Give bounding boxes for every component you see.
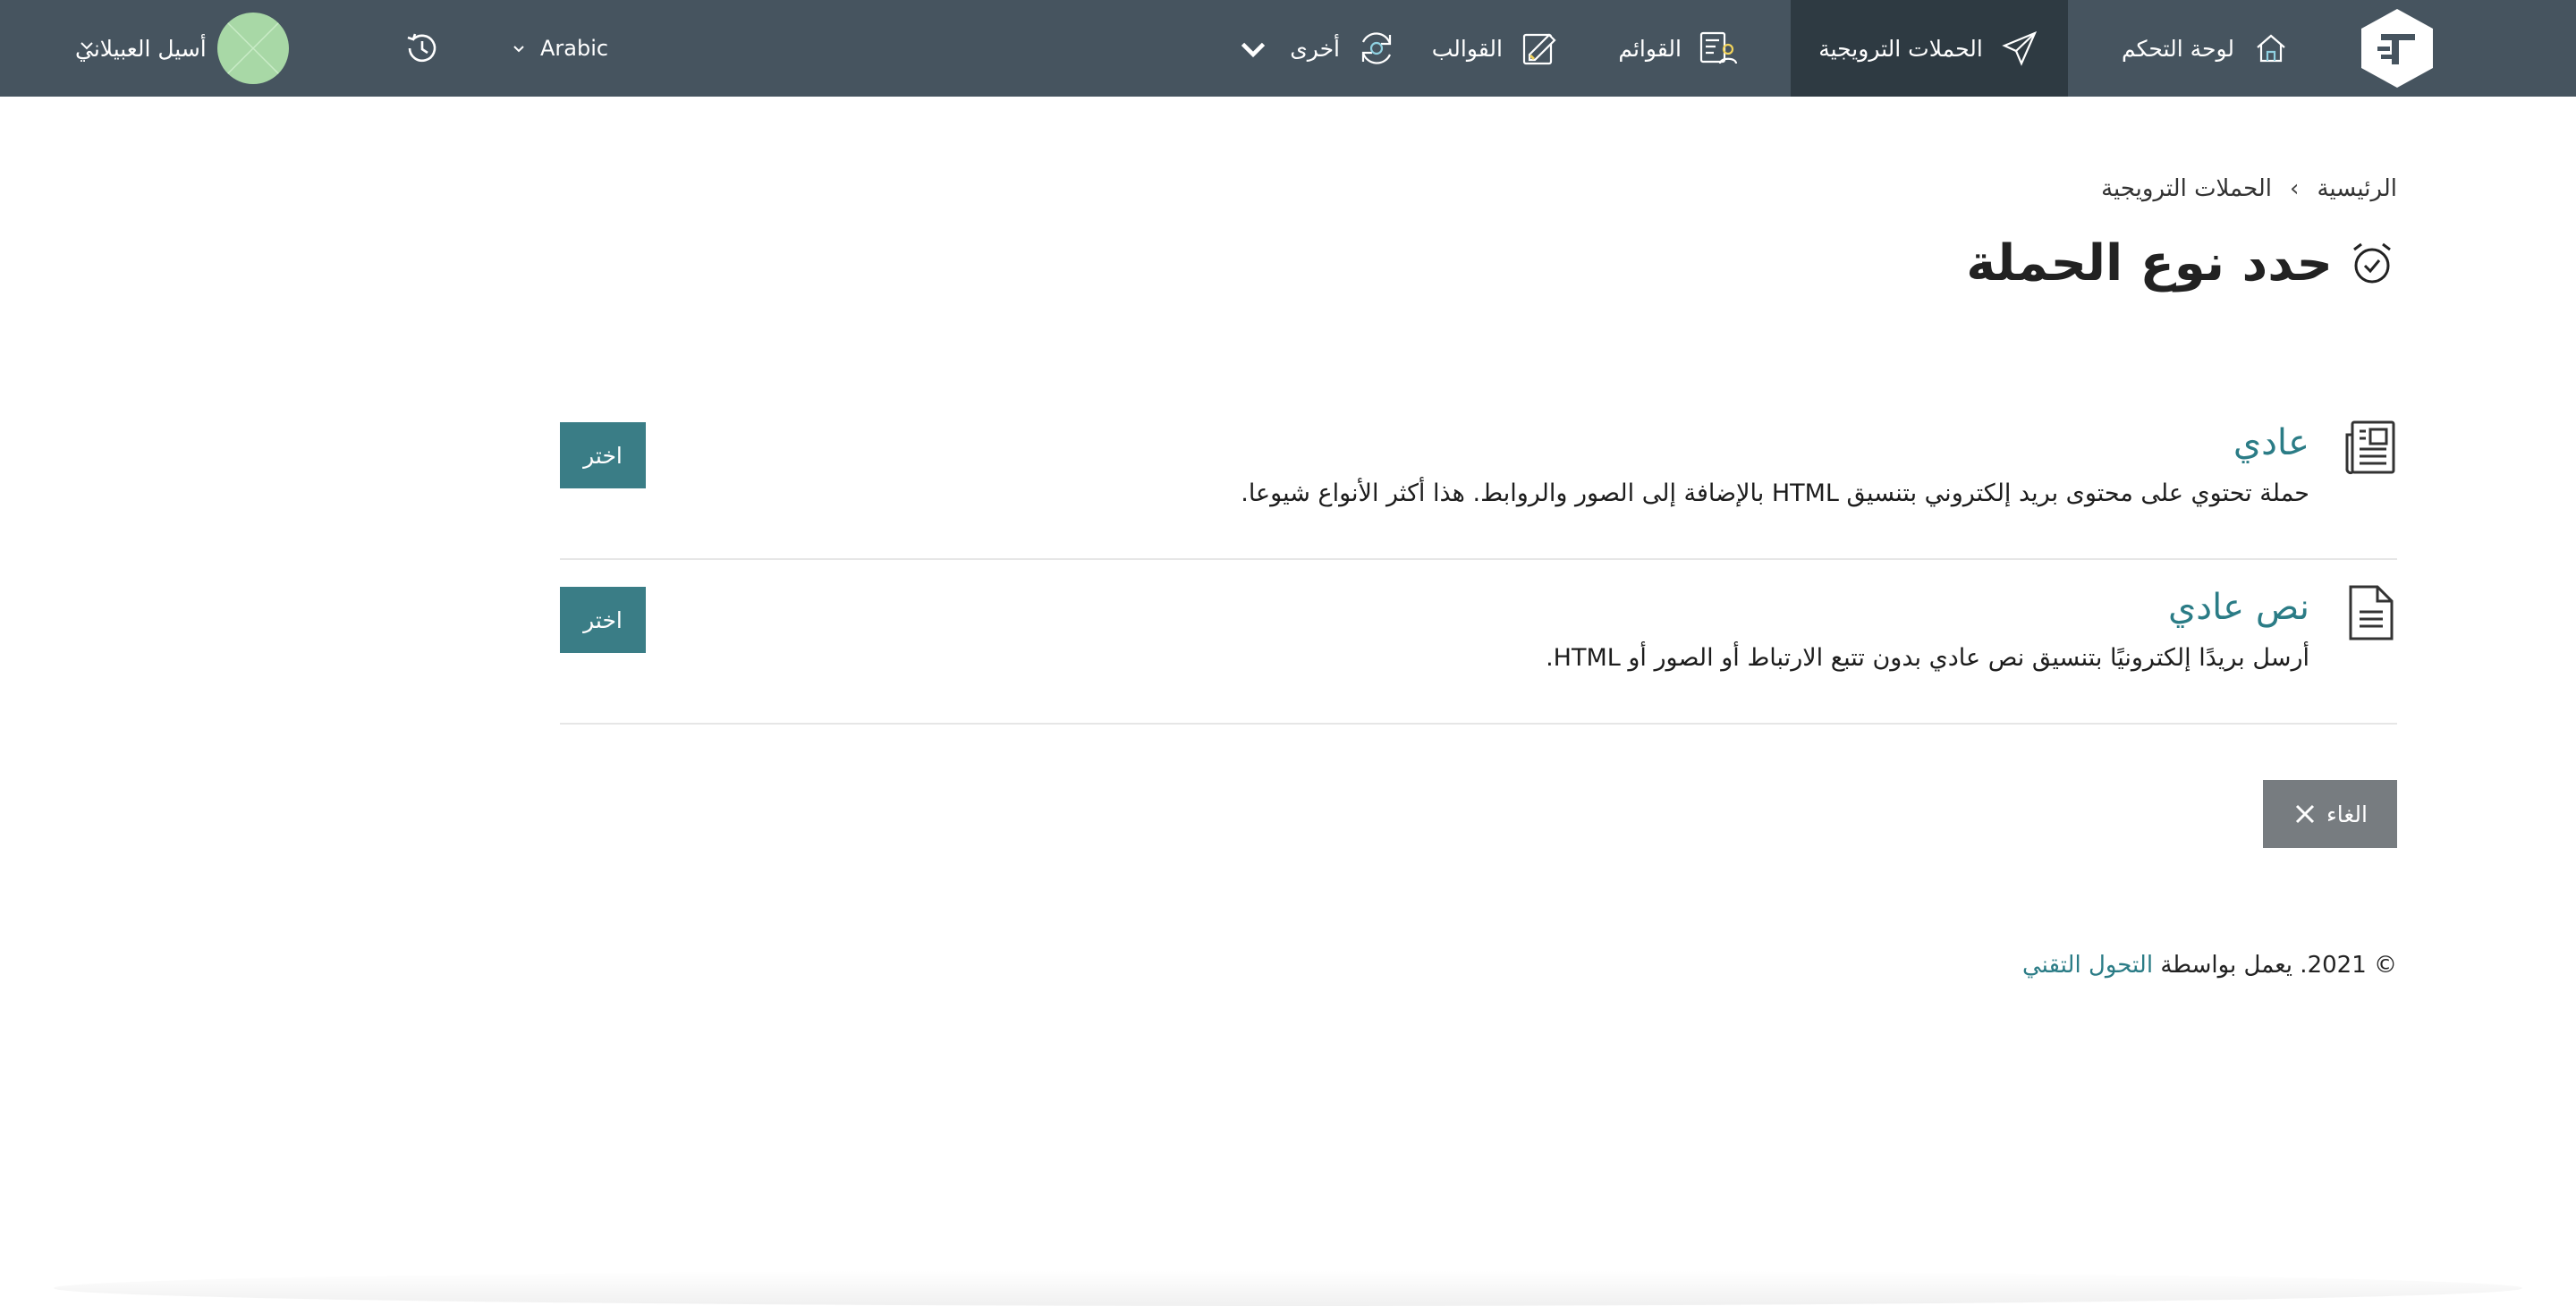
document-text-icon	[2349, 585, 2394, 640]
nav-dashboard-label: لوحة التحكم	[2121, 35, 2234, 62]
user-list-icon	[1699, 31, 1738, 64]
nav-templates[interactable]: القوالب	[1407, 0, 1585, 97]
paper-plane-icon	[2002, 30, 2037, 66]
language-label: Arabic	[540, 36, 609, 61]
edit-template-icon	[1522, 33, 1556, 65]
language-selector[interactable]: Arabic	[510, 0, 608, 97]
cancel-button[interactable]: الغاء	[2263, 780, 2397, 848]
breadcrumb-current: الحملات الترويجية	[2101, 175, 2273, 202]
nav-lists-label: القوائم	[1618, 35, 1682, 62]
close-icon	[2295, 804, 2315, 824]
newspaper-icon	[2345, 420, 2395, 475]
nav-campaigns[interactable]: الحملات الترويجية	[1791, 0, 2068, 97]
breadcrumb-home[interactable]: الرئيسية	[2317, 175, 2397, 202]
window-bottom-shadow	[54, 1270, 2522, 1306]
user-menu[interactable]: أسيل العبيلاني	[75, 0, 289, 97]
select-regular-button[interactable]: اختر	[560, 422, 646, 488]
nav-other-label: أخرى	[1290, 35, 1340, 62]
home-icon	[2257, 34, 2285, 63]
avatar	[216, 13, 289, 84]
page-title-text: حدد نوع الحملة	[1966, 234, 2333, 293]
footer: © 2021. يعمل بواسطة التحول التقني	[2022, 952, 2397, 979]
nav-dashboard[interactable]: لوحة التحكم	[2097, 0, 2317, 97]
alarm-clock-check-icon	[2353, 242, 2391, 283]
campaign-type-title: عادي	[2233, 422, 2309, 463]
nav-other[interactable]: أخرى	[1208, 0, 1422, 97]
nav-lists[interactable]: القوائم	[1593, 0, 1764, 97]
refresh-gear-icon	[1361, 32, 1392, 64]
campaign-type-regular: عادي حملة تحتوي على محتوى بريد إلكتروني …	[560, 395, 2397, 560]
footer-text: © 2021. يعمل بواسطة	[2160, 952, 2397, 979]
nav-campaigns-label: الحملات الترويجية	[1818, 35, 1983, 62]
chevron-down-icon	[1241, 42, 1266, 58]
nav-templates-label: القوالب	[1431, 35, 1503, 62]
campaign-type-description: أرسل بريدًا إلكترونيًا بتنسيق نص عادي بد…	[1546, 644, 2309, 672]
footer-link[interactable]: التحول التقني	[2022, 952, 2153, 979]
history-icon[interactable]	[401, 27, 444, 70]
brand-logo-icon[interactable]	[2356, 7, 2438, 89]
page-title: حدد نوع الحملة	[1966, 234, 2397, 293]
top-navbar: لوحة التحكم الحملات الترويجية القوائم ال…	[0, 0, 2576, 97]
chevron-down-icon[interactable]	[77, 36, 97, 55]
campaign-type-plain-text: نص عادي أرسل بريدًا إلكترونيًا بتنسيق نص…	[560, 560, 2397, 725]
cancel-button-label: الغاء	[2326, 801, 2368, 827]
campaign-type-title: نص عادي	[2167, 587, 2309, 628]
breadcrumb-separator: ›	[2290, 175, 2300, 202]
campaign-type-description: حملة تحتوي على محتوى بريد إلكتروني بتنسي…	[1241, 479, 2309, 507]
breadcrumb: الرئيسية › الحملات الترويجية	[2101, 175, 2397, 202]
select-plain-text-button[interactable]: اختر	[560, 587, 646, 653]
chevron-down-icon	[513, 46, 524, 53]
